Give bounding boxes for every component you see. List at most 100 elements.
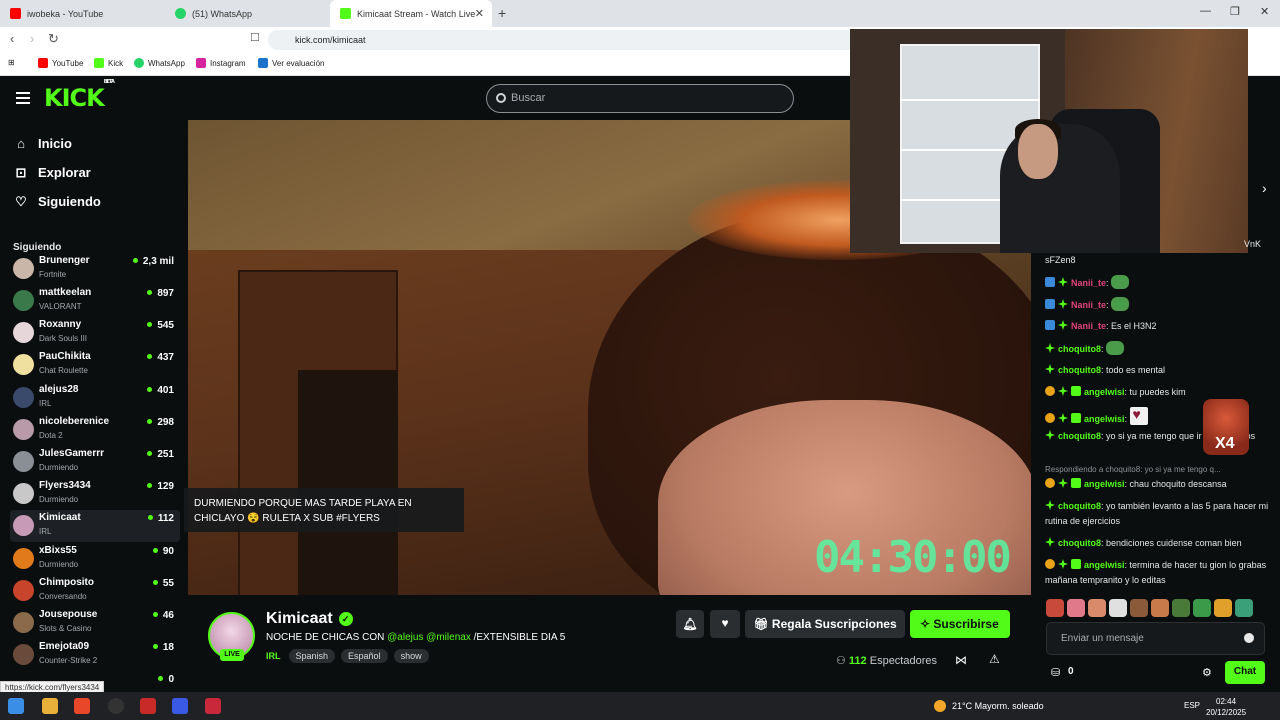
minimize-icon[interactable]: — <box>1200 5 1211 17</box>
sidebar-channel[interactable]: Kimicaat IRL 112 <box>10 510 180 542</box>
tab-kick[interactable]: Kimicaat Stream - Watch Live ✕ <box>330 0 492 27</box>
chat-username[interactable]: angelwisi <box>1084 479 1125 489</box>
mention-link[interactable]: @alejus <box>387 632 423 643</box>
emote-icon[interactable] <box>1214 599 1232 617</box>
app-icon[interactable] <box>172 698 188 714</box>
sidebar-channel[interactable]: Brunenger Fortnite 2,3 mil <box>10 253 180 285</box>
emote-icon[interactable] <box>1151 599 1169 617</box>
sidebar-channel[interactable]: xBixs55 Durmiendo 90 <box>10 543 180 575</box>
bookmark-icon[interactable]: ☐ <box>250 31 260 44</box>
bookmark-evaluacion[interactable]: Ver evaluación <box>258 58 324 68</box>
bookmark-instagram[interactable]: Instagram <box>196 58 246 68</box>
nav-siguiendo[interactable]: ♡ Siguiendo <box>14 194 101 209</box>
nav-inicio[interactable]: ⌂ Inicio <box>14 136 72 151</box>
chat-username[interactable]: Nanii_te <box>1071 278 1106 288</box>
chat-username[interactable]: choquito8 <box>1058 431 1101 441</box>
file-explorer-icon[interactable] <box>42 698 58 714</box>
sidebar-channel[interactable]: nicoleberenice Dota 2 298 <box>10 414 180 446</box>
tag-chip[interactable]: Español <box>341 649 388 663</box>
streamer-name[interactable]: Kimicaat ✓ <box>266 610 353 628</box>
live-dot-icon <box>152 580 158 585</box>
restore-icon[interactable]: ❐ <box>1230 5 1240 18</box>
follow-heart-button[interactable]: ♥ <box>710 610 740 638</box>
emote-icon[interactable] <box>1130 599 1148 617</box>
emote-icon[interactable] <box>1046 599 1064 617</box>
tag-chip[interactable]: Spanish <box>288 649 336 663</box>
search-input[interactable]: Buscar <box>486 84 794 113</box>
points-icon[interactable]: ⛁ <box>1051 666 1060 679</box>
settings-icon[interactable]: ⚙ <box>1202 666 1212 679</box>
chat-username[interactable]: angelwisi <box>1084 414 1125 424</box>
emote-icon[interactable] <box>1193 599 1211 617</box>
back-icon[interactable]: ‹ <box>10 31 14 46</box>
emote-icon[interactable] <box>1235 599 1253 617</box>
emote-icon[interactable] <box>1172 599 1190 617</box>
subscribe-button[interactable]: ✧ Suscribirse <box>910 610 1010 638</box>
sidebar-channel[interactable]: Emejota09 Counter-Strike 2 18 <box>10 639 180 671</box>
category-link[interactable]: IRL <box>266 651 281 661</box>
sidebar-channel[interactable]: Jousepouse Slots & Casino 46 <box>10 607 180 639</box>
menu-icon[interactable] <box>16 92 30 104</box>
bookmark-youtube[interactable]: YouTube <box>38 58 83 68</box>
sub-badge-icon <box>1058 478 1068 488</box>
chat-message: choquito8: <box>1045 341 1277 357</box>
apps-icon[interactable]: ⊞ <box>8 58 15 67</box>
gifter-badge-icon <box>1071 386 1081 396</box>
language-indicator[interactable]: ESP <box>1184 701 1200 710</box>
share-icon[interactable]: ⋈ <box>955 653 967 667</box>
chat-message-input[interactable]: Enviar un mensaje <box>1046 622 1265 655</box>
close-tab-icon[interactable]: ✕ <box>475 7 484 20</box>
tab-youtube[interactable]: iwobeka - YouTube <box>0 0 165 27</box>
sidebar-channel[interactable]: Roxanny Dark Souls III 545 <box>10 317 180 349</box>
tab-whatsapp[interactable]: (51) WhatsApp <box>165 0 330 27</box>
channel-avatar <box>13 644 34 665</box>
chat-username[interactable]: choquito8 <box>1058 501 1101 511</box>
chat-message: angelwisi: tu puedes kim <box>1045 385 1277 400</box>
clock[interactable]: 02:44 20/12/2025 <box>1206 696 1246 718</box>
kick-logo[interactable]: KICKBETA <box>44 79 115 112</box>
sidebar-channel[interactable]: alejus28 IRL 401 <box>10 382 180 414</box>
forward-icon[interactable]: › <box>30 31 34 46</box>
emoji-icon[interactable] <box>1244 633 1254 643</box>
sidebar-channel[interactable]: JulesGamerrr Durmiendo 251 <box>10 446 180 478</box>
app-icon[interactable] <box>140 698 156 714</box>
chat-username[interactable]: choquito8 <box>1058 538 1101 548</box>
channel-name: Roxanny <box>39 319 82 330</box>
tag-chip[interactable]: show <box>393 649 429 663</box>
app-icon[interactable] <box>205 698 221 714</box>
moderator-badge-icon <box>1045 320 1055 330</box>
chat-username[interactable]: angelwisi <box>1084 560 1125 570</box>
close-window-icon[interactable]: ✕ <box>1260 5 1269 18</box>
live-dot-icon <box>147 451 153 456</box>
chat-username[interactable]: choquito8 <box>1058 365 1101 375</box>
bookmark-kick[interactable]: Kick <box>94 58 123 68</box>
sidebar-channel[interactable]: Chimposito Conversando 55 <box>10 575 180 607</box>
notification-bell-button[interactable]: 🔔︎ <box>676 610 704 638</box>
sidebar-channel[interactable]: mattkeelan VALORANT 897 <box>10 285 180 317</box>
chat-username[interactable]: Nanii_te <box>1071 321 1106 331</box>
reload-icon[interactable]: ↻ <box>48 31 59 47</box>
weather-widget[interactable]: 21°C Mayorm. soleado <box>934 700 1044 712</box>
app-icon[interactable] <box>108 698 124 714</box>
chat-send-button[interactable]: Chat <box>1225 661 1265 684</box>
chat-username[interactable]: angelwisi <box>1084 387 1125 397</box>
bookmark-whatsapp[interactable]: WhatsApp <box>134 58 185 68</box>
emote-icon[interactable] <box>1109 599 1127 617</box>
sidebar-channel[interactable]: PauChikita Chat Roulette 437 <box>10 349 180 381</box>
sub-badge-icon <box>1045 364 1055 374</box>
chevron-right-icon[interactable]: › <box>1262 180 1267 196</box>
nav-explorar[interactable]: ⊡ Explorar <box>14 165 91 180</box>
windows-start-icon[interactable] <box>8 698 24 714</box>
chat-username[interactable]: Nanii_te <box>1071 300 1106 310</box>
gift-subscriptions-button[interactable]: 🎁︎ Regala Suscripciones <box>745 610 905 638</box>
mention-link[interactable]: @milenax <box>426 632 471 643</box>
new-tab-icon[interactable]: + <box>498 5 506 21</box>
channel-viewers: 298 <box>147 417 174 428</box>
brave-browser-icon[interactable] <box>74 698 90 714</box>
report-icon[interactable]: ⚠ <box>989 652 1000 666</box>
sub-badge-icon <box>1058 320 1068 330</box>
chat-username[interactable]: choquito8 <box>1058 344 1101 354</box>
emote-icon[interactable] <box>1088 599 1106 617</box>
sidebar-channel[interactable]: Flyers3434 Durmiendo 129 <box>10 478 180 510</box>
emote-icon[interactable] <box>1067 599 1085 617</box>
